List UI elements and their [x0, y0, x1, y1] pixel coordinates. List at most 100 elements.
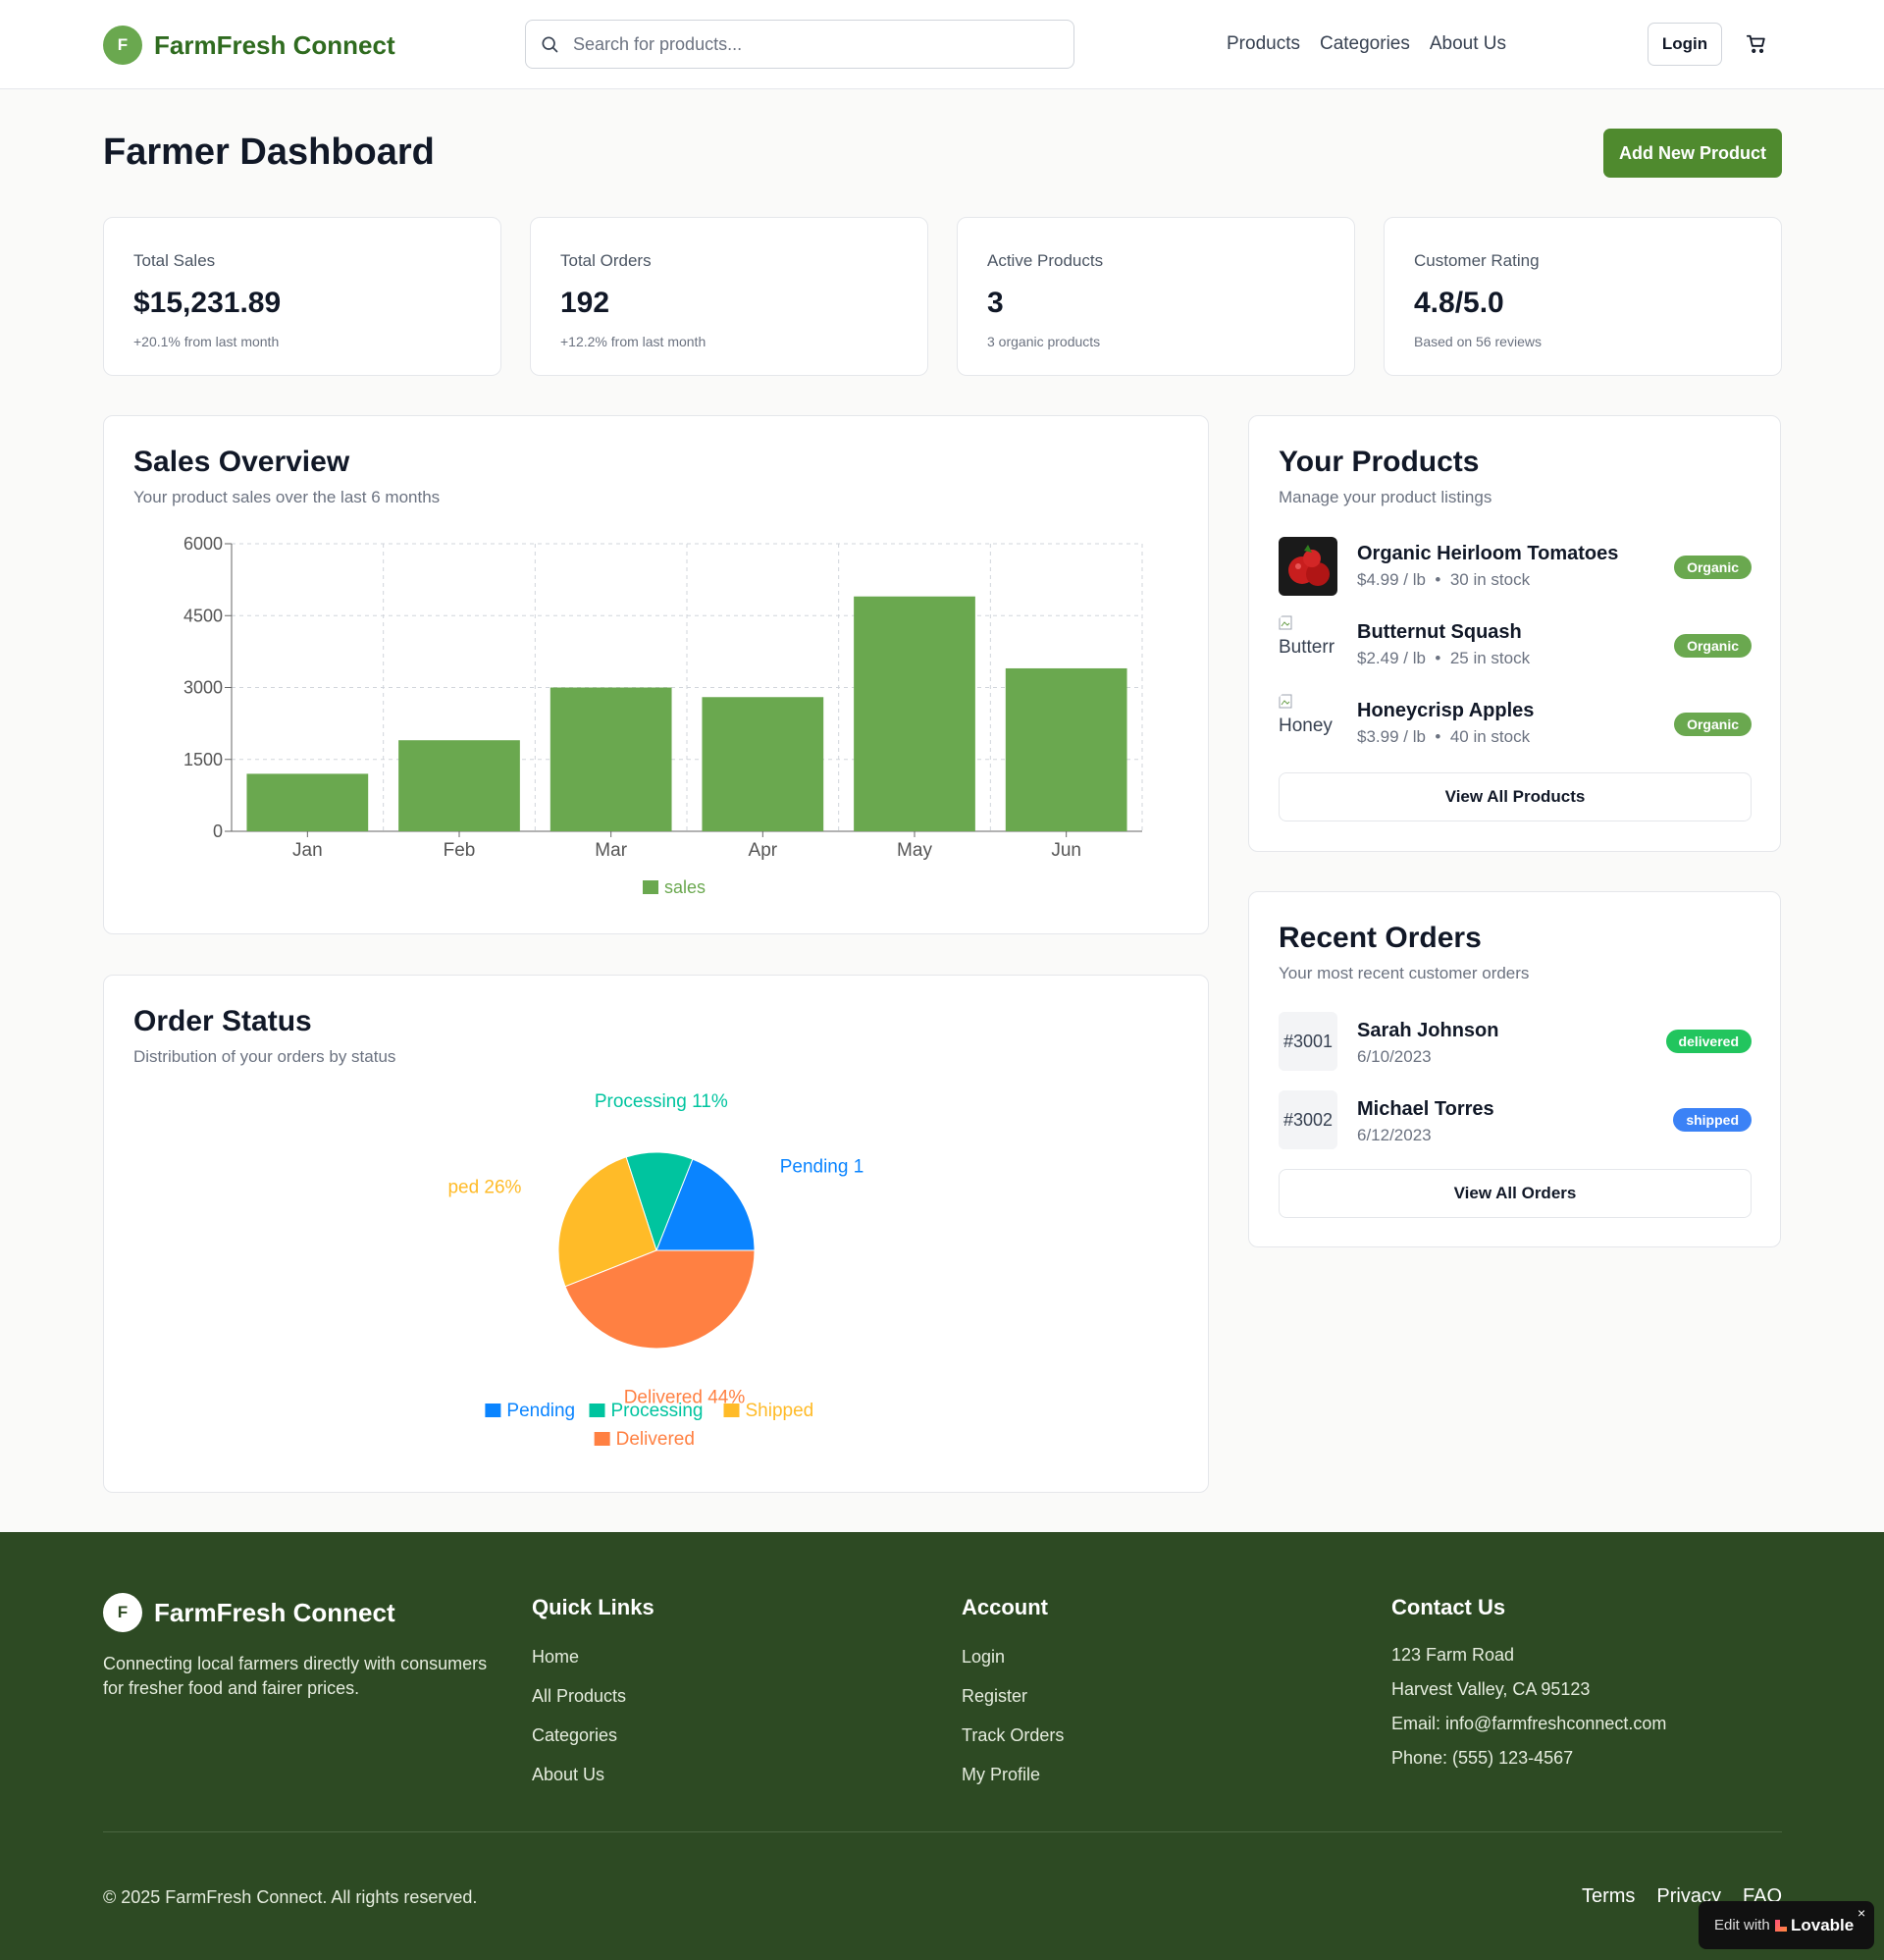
- product-name[interactable]: Honeycrisp Apples: [1357, 700, 1534, 722]
- add-new-product-button[interactable]: Add New Product: [1603, 129, 1782, 178]
- footer-link-categories[interactable]: Categories: [532, 1725, 617, 1746]
- footer-heading: Contact Us: [1391, 1595, 1506, 1619]
- logo-mark: F: [103, 26, 142, 65]
- y-tick-label: 0: [213, 821, 223, 841]
- footer-link-my-profile[interactable]: My Profile: [962, 1765, 1040, 1785]
- broken-image-icon: [1279, 615, 1292, 630]
- bullet: •: [1435, 727, 1441, 746]
- edit-with-lovable-badge[interactable]: Edit with Lovable ×: [1699, 1901, 1874, 1949]
- sales-overview-card: Sales Overview Your product sales over t…: [103, 415, 1209, 934]
- footer-link-all-products[interactable]: All Products: [532, 1686, 626, 1707]
- footer-tagline: Connecting local farmers directly with c…: [103, 1654, 488, 1698]
- legend-swatch-pending: [485, 1404, 501, 1417]
- product-name[interactable]: Organic Heirloom Tomatoes: [1357, 543, 1618, 565]
- organic-badge: Organic: [1674, 713, 1752, 736]
- stat-value: $15,231.89: [133, 287, 282, 319]
- product-image-broken: Butterr: [1279, 615, 1337, 674]
- bar-feb: [398, 740, 520, 831]
- copyright: © 2025 FarmFresh Connect. All rights res…: [103, 1887, 478, 1907]
- footer-link-about-us[interactable]: About Us: [532, 1765, 604, 1785]
- bar-apr: [702, 697, 824, 831]
- footer-divider: [103, 1831, 1782, 1832]
- product-price: $3.99 / lb: [1357, 727, 1426, 746]
- legend-swatch-delivered: [594, 1432, 610, 1446]
- top-header: F FarmFresh Connect Products Categories …: [0, 0, 1884, 89]
- footer-link-login[interactable]: Login: [962, 1647, 1005, 1668]
- footer-contact: Contact Us 123 Farm Road Harvest Valley,…: [1391, 1595, 1666, 1768]
- tomato-image-icon: [1279, 537, 1337, 596]
- footer-account: Account Login Register Track Orders My P…: [962, 1595, 1064, 1784]
- pie-label-processing: Processing 11%: [595, 1091, 728, 1112]
- footer-logo-mark: F: [103, 1593, 142, 1632]
- product-price: $4.99 / lb: [1357, 570, 1426, 589]
- legend-label-delivered: Delivered: [616, 1429, 695, 1450]
- contact-email[interactable]: Email: info@farmfreshconnect.com: [1391, 1714, 1666, 1734]
- product-row[interactable]: Butterr Butternut Squash $2.49 / lb • 25…: [1279, 615, 1752, 676]
- pie-label-pending: Pending 1: [780, 1157, 864, 1178]
- footer-logo[interactable]: F FarmFresh Connect: [103, 1593, 395, 1632]
- order-number: #3002: [1279, 1090, 1337, 1149]
- brand-logo[interactable]: F FarmFresh Connect: [103, 26, 395, 65]
- product-meta: $2.49 / lb • 25 in stock: [1357, 649, 1530, 668]
- search-icon: [542, 36, 558, 53]
- stat-label: Active Products: [987, 251, 1104, 270]
- stat-sub: +20.1% from last month: [133, 334, 280, 349]
- product-meta: $4.99 / lb • 30 in stock: [1357, 570, 1530, 590]
- page-title: Farmer Dashboard: [103, 132, 435, 173]
- footer-quick-links: Quick Links Home All Products Categories…: [532, 1595, 654, 1784]
- search-input[interactable]: [573, 33, 1044, 55]
- bar-jun: [1005, 667, 1127, 831]
- footer-brand-name: FarmFresh Connect: [154, 1597, 395, 1627]
- status-badge: shipped: [1673, 1108, 1752, 1132]
- y-tick-label: 3000: [183, 678, 223, 698]
- product-price: $2.49 / lb: [1357, 649, 1426, 667]
- product-row[interactable]: Organic Heirloom Tomatoes $4.99 / lb • 3…: [1279, 537, 1752, 598]
- nav-about-us[interactable]: About Us: [1430, 33, 1506, 55]
- footer-heading: Account: [962, 1595, 1048, 1619]
- cart-icon[interactable]: [1746, 33, 1767, 55]
- product-stock: 25 in stock: [1449, 649, 1531, 667]
- stat-label: Total Orders: [560, 251, 652, 270]
- product-image-broken: Honey: [1279, 694, 1337, 753]
- view-all-products-button[interactable]: View All Products: [1279, 772, 1752, 821]
- stat-sub: +12.2% from last month: [560, 334, 706, 349]
- legend-swatch-shipped: [723, 1404, 740, 1417]
- stat-card-active-products: Active Products 3 3 organic products: [957, 217, 1355, 376]
- product-name[interactable]: Butternut Squash: [1357, 621, 1522, 644]
- footer-link-home[interactable]: Home: [532, 1647, 579, 1668]
- stat-card-total-sales: Total Sales $15,231.89 +20.1% from last …: [103, 217, 501, 376]
- footer-link-track-orders[interactable]: Track Orders: [962, 1725, 1064, 1746]
- order-date: 6/12/2023: [1357, 1126, 1432, 1144]
- order-row[interactable]: #3002 Michael Torres 6/12/2023 shipped: [1279, 1090, 1752, 1149]
- footer-link-register[interactable]: Register: [962, 1686, 1027, 1707]
- orders-title: Recent Orders: [1279, 922, 1482, 954]
- y-tick-label: 4500: [183, 606, 223, 625]
- search-box[interactable]: [525, 20, 1074, 69]
- pie-label-shipped: ped 26%: [447, 1177, 521, 1197]
- status-badge: delivered: [1665, 1030, 1752, 1053]
- footer-link-terms[interactable]: Terms: [1582, 1885, 1635, 1908]
- lovable-brand: Lovable: [1791, 1916, 1855, 1934]
- product-row[interactable]: Honey Honeycrisp Apples $3.99 / lb • 40 …: [1279, 694, 1752, 755]
- x-tick-label: Jan: [292, 840, 323, 861]
- bar-mar: [550, 687, 672, 831]
- x-tick-label: May: [897, 840, 932, 861]
- view-all-orders-button[interactable]: View All Orders: [1279, 1169, 1752, 1218]
- stat-label: Total Sales: [133, 251, 216, 270]
- x-tick-label: Mar: [595, 840, 627, 861]
- stat-card-customer-rating: Customer Rating 4.8/5.0 Based on 56 revi…: [1384, 217, 1782, 376]
- orders-desc: Your most recent customer orders: [1279, 964, 1530, 982]
- product-image-tomatoes: [1279, 537, 1337, 596]
- close-icon[interactable]: ×: [1858, 1905, 1865, 1921]
- footer-heading: Quick Links: [532, 1595, 654, 1619]
- y-tick-label: 1500: [183, 750, 223, 769]
- login-button[interactable]: Login: [1648, 23, 1722, 66]
- nav-categories[interactable]: Categories: [1320, 33, 1410, 55]
- order-row[interactable]: #3001 Sarah Johnson 6/10/2023 delivered: [1279, 1012, 1752, 1071]
- nav-products[interactable]: Products: [1227, 33, 1300, 55]
- order-customer: Sarah Johnson: [1357, 1020, 1499, 1041]
- stat-sub: Based on 56 reviews: [1414, 334, 1542, 349]
- product-meta: $3.99 / lb • 40 in stock: [1357, 727, 1530, 747]
- order-number: #3001: [1279, 1012, 1337, 1071]
- contact-phone[interactable]: Phone: (555) 123-4567: [1391, 1748, 1573, 1769]
